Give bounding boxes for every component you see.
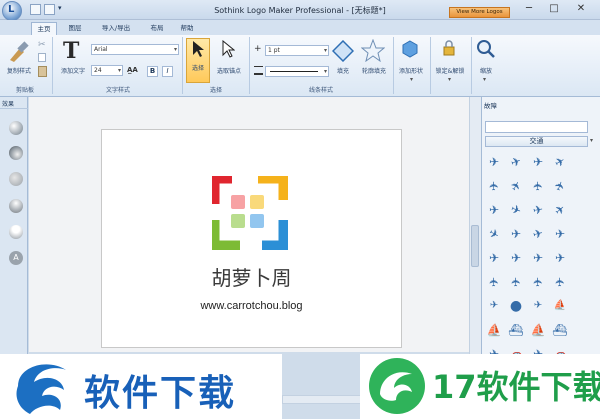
brush-icon[interactable]: [6, 40, 30, 62]
font-size-select[interactable]: 24: [91, 65, 123, 76]
sailboat-icon[interactable]: ⛵: [528, 321, 548, 339]
group-divider: [182, 37, 183, 94]
line-width-select[interactable]: 1 pt: [265, 45, 329, 56]
line-style-group-label: 线条样式: [308, 87, 333, 94]
plane-icon[interactable]: ✈: [550, 225, 570, 243]
plane-icon[interactable]: ✈: [485, 176, 503, 196]
select-group-label: 选择: [209, 87, 222, 94]
zoom-button[interactable]: 缩放: [474, 66, 498, 75]
lock-icon[interactable]: [442, 40, 456, 56]
clipboard-group-label: 剪贴板: [15, 87, 34, 94]
watermark-right-text: 17软件下载: [432, 368, 600, 406]
effect-swatch[interactable]: [9, 225, 23, 239]
copy-icon[interactable]: [38, 53, 46, 62]
italic-button[interactable]: I: [162, 66, 173, 77]
add-shape-button[interactable]: 添加形状: [395, 66, 427, 75]
fill-button[interactable]: 填充: [332, 66, 354, 75]
ribbon-tabs: [0, 20, 600, 35]
text-tool-icon[interactable]: T: [63, 38, 79, 64]
plane-icon[interactable]: ✈: [484, 201, 504, 219]
maximize-button[interactable]: □: [543, 2, 565, 16]
plane-icon[interactable]: ✈: [506, 249, 526, 267]
paste-icon[interactable]: [38, 66, 47, 77]
plane-icon[interactable]: ✈: [484, 297, 504, 315]
tab-layers[interactable]: 图层: [62, 22, 88, 35]
line-style-select[interactable]: [265, 66, 329, 77]
minimize-button[interactable]: ─: [518, 2, 540, 16]
close-button[interactable]: ✕: [570, 2, 592, 16]
watermark-left-text: 软件下载: [84, 373, 237, 414]
effect-swatch[interactable]: [9, 172, 23, 186]
fill-diamond-icon[interactable]: [332, 40, 354, 62]
line-width-icon: +: [254, 44, 262, 54]
effects-panel-title: 效果: [0, 99, 28, 109]
logo-graphic[interactable]: [212, 176, 288, 250]
dragon-logo-icon: [16, 364, 66, 414]
line-style-icon: [254, 66, 263, 75]
copy-style-button[interactable]: 复制样式: [2, 66, 36, 75]
logo-url-text[interactable]: www.carrotchou.blog: [101, 300, 402, 312]
anchor-pointer-icon[interactable]: [221, 40, 235, 58]
text-group-label: 文字样式: [105, 87, 130, 94]
plane-icon[interactable]: ✈: [506, 225, 526, 243]
boat-icon[interactable]: ⛴: [506, 321, 526, 339]
font-family-select[interactable]: Arial: [91, 44, 179, 55]
shape-search-input[interactable]: [485, 121, 588, 133]
tab-import-export[interactable]: 导入/导出: [93, 22, 139, 35]
plane-icon[interactable]: ✈: [529, 176, 547, 196]
add-text-button[interactable]: 添加文字: [56, 66, 90, 75]
sailboat-icon[interactable]: ⛵: [484, 321, 504, 339]
zoom-icon[interactable]: [476, 39, 496, 59]
effect-text-icon[interactable]: A: [9, 251, 23, 265]
sailboat-icon[interactable]: ⛵: [550, 297, 570, 315]
plane-icon[interactable]: ✈: [528, 153, 548, 171]
chevron-down-icon: ▾: [483, 76, 487, 83]
bold-button[interactable]: B: [147, 66, 158, 77]
plane-icon[interactable]: ✈: [485, 272, 503, 292]
select-anchor-button[interactable]: 选取锚点: [211, 66, 247, 75]
chevron-down-icon: ▾: [410, 76, 414, 83]
text-size-icon[interactable]: A̲A: [127, 66, 138, 74]
group-divider: [471, 37, 472, 94]
boat-icon[interactable]: ⛴: [550, 321, 570, 339]
effect-swatch[interactable]: [9, 121, 23, 135]
plane-icon[interactable]: ✈: [551, 272, 569, 292]
group-divider: [52, 37, 53, 94]
plane-icon[interactable]: ✈: [507, 272, 525, 292]
plane-icon[interactable]: ✈: [484, 249, 504, 267]
tab-help[interactable]: 帮助: [174, 22, 200, 35]
tab-layout[interactable]: 布局: [144, 22, 170, 35]
group-divider: [393, 37, 394, 94]
effect-swatch[interactable]: [9, 199, 23, 213]
globe-icon[interactable]: ●: [506, 297, 526, 315]
contour-star-icon[interactable]: [361, 39, 385, 62]
shapes-panel-title: 故障: [484, 102, 497, 110]
plane-icon[interactable]: ✈: [528, 249, 548, 267]
logo-title-text[interactable]: 胡萝卜周: [101, 262, 402, 291]
view-more-logos-button[interactable]: View More Logos: [449, 7, 510, 18]
shape-category-select[interactable]: 交通: [485, 136, 588, 147]
dragon-badge-icon: [369, 358, 425, 414]
effect-swatch[interactable]: [9, 146, 23, 160]
tab-home[interactable]: 主页: [31, 22, 57, 35]
add-shape-icon[interactable]: [401, 40, 419, 58]
scrollbar-thumb[interactable]: [471, 225, 479, 267]
chevron-down-icon: ▾: [590, 137, 594, 144]
window-title: Sothink Logo Maker Professional - [无标题*]: [214, 6, 386, 15]
lock-unlock-button[interactable]: 锁定&解锁: [431, 66, 469, 75]
select-label: 选择: [191, 65, 204, 72]
plane-icon[interactable]: ✈: [528, 297, 548, 315]
contour-fill-button[interactable]: 轮廓填充: [356, 66, 392, 75]
plane-icon[interactable]: ✈: [484, 153, 504, 171]
pointer-icon: [193, 41, 204, 57]
cut-icon[interactable]: ✂: [38, 40, 46, 50]
plane-icon[interactable]: ✈: [550, 249, 570, 267]
chevron-down-icon: ▾: [448, 76, 452, 83]
plane-icon[interactable]: ✈: [529, 272, 547, 292]
